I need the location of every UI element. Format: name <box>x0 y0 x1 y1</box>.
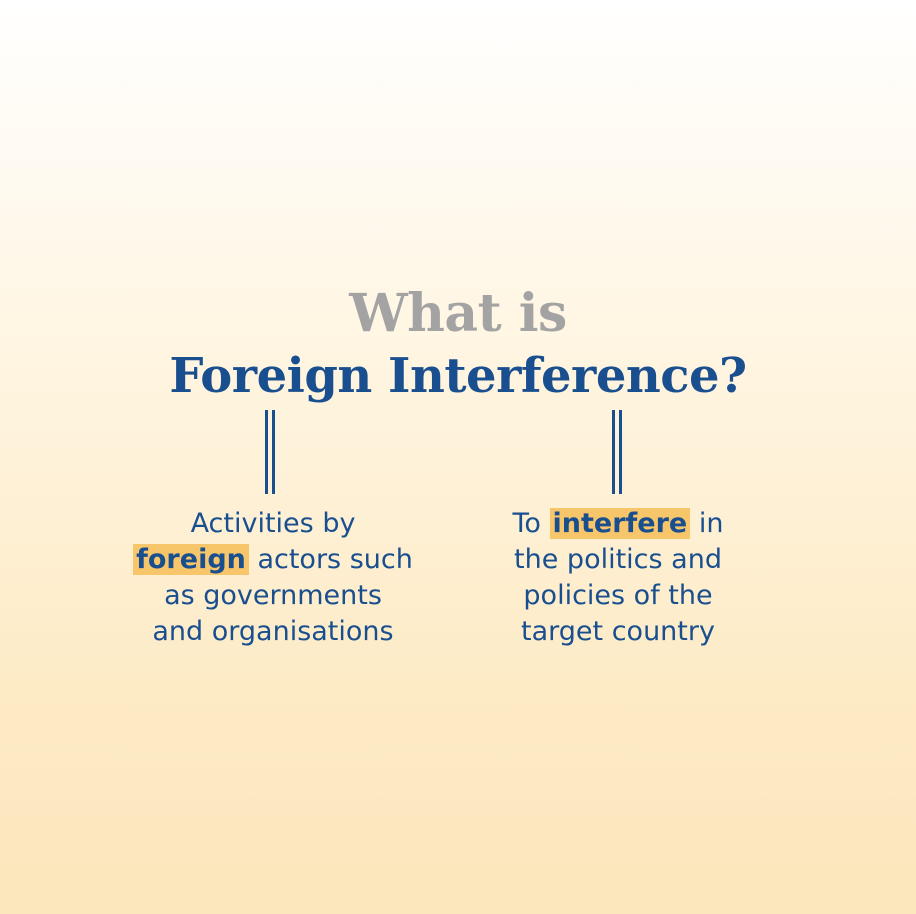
definition-interfere-line1-post: in <box>690 508 724 539</box>
definition-activities-line2: foreign actors such <box>103 542 443 578</box>
title-foreign-interference: Foreign Interference? <box>169 348 747 404</box>
definition-interfere-line4: target country <box>521 616 715 647</box>
definition-interfere-line1-pre: To <box>512 508 550 539</box>
definition-activities-line2-rest: actors such <box>248 544 413 575</box>
highlight-interfere: interfere <box>549 508 691 539</box>
definition-interfere-line1: To interfere in <box>448 506 788 542</box>
title-what-is: What is <box>349 283 567 344</box>
connector-left <box>265 410 275 494</box>
definition-activities: Activities by foreign actors such as gov… <box>103 506 443 650</box>
definition-interfere-line3: policies of the <box>523 580 713 611</box>
definition-interfere: To interfere in the politics and policie… <box>448 506 788 650</box>
definition-activities-line3: as governments <box>164 580 382 611</box>
definition-activities-line4: and organisations <box>152 616 394 647</box>
definition-activities-line1: Activities by <box>190 508 356 539</box>
definition-interfere-line2: the politics and <box>514 544 722 575</box>
connector-right <box>612 410 622 494</box>
highlight-foreign: foreign <box>133 544 249 575</box>
